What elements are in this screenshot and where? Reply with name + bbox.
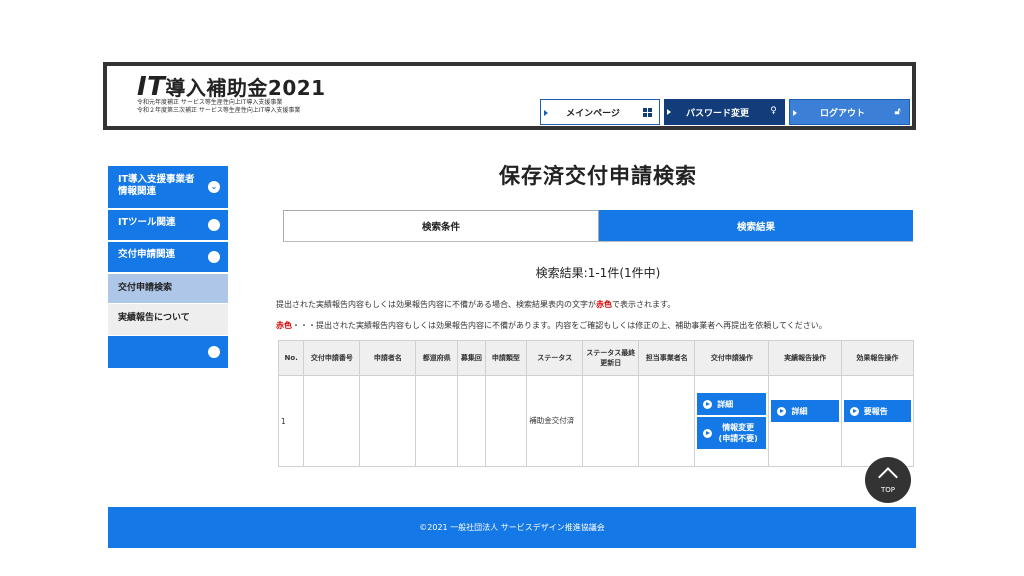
arrow-icon — [667, 109, 671, 115]
cell-status-date — [582, 375, 640, 467]
results-table: No. 交付申請番号 申請者名 都道府県 募集回 申請類型 ステータス ステータ… — [277, 340, 915, 467]
col-header: ステータス — [526, 340, 584, 376]
notice-red-legend: 赤色・・・提出された実績報告内容もしくは効果報告内容に不備があります。内容をご確… — [276, 321, 827, 330]
col-header: ステータス最終更新日 — [582, 340, 640, 376]
cell-performance-ops: 詳細 — [768, 375, 842, 467]
logout-button[interactable]: ログアウト 🔓︎ — [789, 99, 910, 125]
col-header: 申請類型 — [484, 340, 528, 376]
play-icon — [703, 428, 713, 438]
circle-icon — [208, 346, 220, 358]
cell-vendor — [638, 375, 696, 467]
chevron-up-icon — [878, 467, 898, 487]
key-icon: ♀ — [770, 106, 777, 116]
page-title: 保存済交付申請検索 — [499, 164, 697, 188]
arrow-icon — [544, 110, 548, 116]
sidebar-item-it-vendor[interactable]: IT導入支援事業者情報関連 ⌄ — [108, 166, 228, 208]
logo-subtitle-1: 令和元年度補正 サービス等生産性向上IT導入支援事業 — [137, 99, 283, 106]
col-header: 申請者名 — [359, 340, 417, 376]
unlock-icon: 🔓︎ — [894, 107, 901, 117]
col-header: 担当事業者名 — [638, 340, 696, 376]
password-change-label: パスワード変更 — [685, 108, 749, 119]
sidebar-item-application[interactable]: 交付申請関連 — [108, 242, 228, 272]
play-icon — [703, 399, 713, 409]
copyright-text: ©2021 一般社団法人 サービスデザイン推進協議会 — [419, 523, 605, 532]
col-header: 都道府県 — [415, 340, 459, 376]
logo-subtitle-2: 令和２年度第三次補正 サービス等生産性向上IT導入支援事業 — [137, 107, 301, 114]
col-header: 募集回 — [457, 340, 486, 376]
col-header: 実績報告操作 — [768, 340, 842, 376]
performance-detail-button[interactable]: 詳細 — [771, 400, 839, 422]
col-header: 交付申請番号 — [303, 340, 361, 376]
play-icon — [777, 406, 787, 416]
sidebar-item-label: 交付申請関連 — [118, 249, 176, 260]
tab-search-conditions[interactable]: 検索条件 — [283, 210, 599, 241]
header-nav: メインページ パスワード変更 ♀ ログアウト 🔓︎ — [540, 99, 910, 125]
site-header: IT導入補助金2021 令和元年度補正 サービス等生産性向上IT導入支援事業 令… — [103, 62, 916, 130]
logo-title: IT導入補助金2021 — [137, 72, 326, 102]
cell-effect-ops: 要報告 — [840, 375, 915, 467]
circle-icon — [208, 219, 220, 231]
circle-icon — [208, 251, 220, 263]
logout-label: ログアウト — [819, 108, 865, 119]
sidebar-sub-performance-report[interactable]: 実績報告について — [108, 304, 228, 335]
top-label: TOP — [880, 486, 895, 494]
cell-prefecture — [415, 375, 459, 467]
effect-report-button[interactable]: 要報告 — [843, 400, 911, 422]
arrow-icon — [793, 110, 797, 116]
notice-text: 提出された実績報告内容もしくは効果報告内容に不備がある場合、検索結果表内の文字が… — [276, 300, 676, 309]
chevron-down-icon: ⌄ — [208, 181, 220, 193]
sidebar-sub-application-search[interactable]: 交付申請検索 — [108, 274, 228, 303]
main-page-label: メインページ — [566, 108, 620, 119]
search-tabs: 検索条件 検索結果 — [283, 210, 913, 242]
cell-status: 補助金交付済 — [526, 375, 584, 467]
cell-type — [484, 375, 528, 467]
col-header: No. — [277, 340, 305, 376]
cell-no: 1 — [277, 375, 305, 467]
logo[interactable]: IT導入補助金2021 令和元年度補正 サービス等生産性向上IT導入支援事業 令… — [137, 72, 326, 115]
password-change-button[interactable]: パスワード変更 ♀ — [664, 99, 785, 125]
grid-icon — [642, 107, 653, 118]
info-change-button[interactable]: 情報変更(申請不要) — [697, 417, 767, 449]
sidebar-item-extra[interactable] — [108, 336, 228, 368]
tab-search-results[interactable]: 検索結果 — [599, 210, 913, 241]
back-to-top-button[interactable]: TOP — [865, 457, 911, 503]
col-header: 交付申請操作 — [694, 340, 770, 376]
sidebar-item-label: ITツール関連 — [118, 217, 176, 228]
main-page-button[interactable]: メインページ — [540, 99, 660, 125]
sidebar-item-it-tools[interactable]: ITツール関連 — [108, 210, 228, 240]
table-row: 1 補助金交付済 詳細 情報変更(申請不要) 詳細 要報告 — [277, 375, 915, 467]
cell-application-number — [303, 375, 361, 467]
play-icon — [849, 406, 859, 416]
application-detail-button[interactable]: 詳細 — [697, 393, 767, 415]
col-header: 効果報告操作 — [840, 340, 915, 376]
cell-applicant — [359, 375, 417, 467]
cell-round — [457, 375, 486, 467]
sidebar-item-label: IT導入支援事業者情報関連 — [118, 174, 195, 197]
cell-application-ops: 詳細 情報変更(申請不要) — [694, 375, 770, 467]
result-count: 検索結果:1-1件(1件中) — [535, 266, 661, 280]
sidebar: IT導入支援事業者情報関連 ⌄ ITツール関連 交付申請関連 交付申請検索 実績… — [108, 166, 228, 370]
table-header-row: No. 交付申請番号 申請者名 都道府県 募集回 申請類型 ステータス ステータ… — [277, 340, 915, 376]
footer: ©2021 一般社団法人 サービスデザイン推進協議会 — [108, 507, 916, 548]
